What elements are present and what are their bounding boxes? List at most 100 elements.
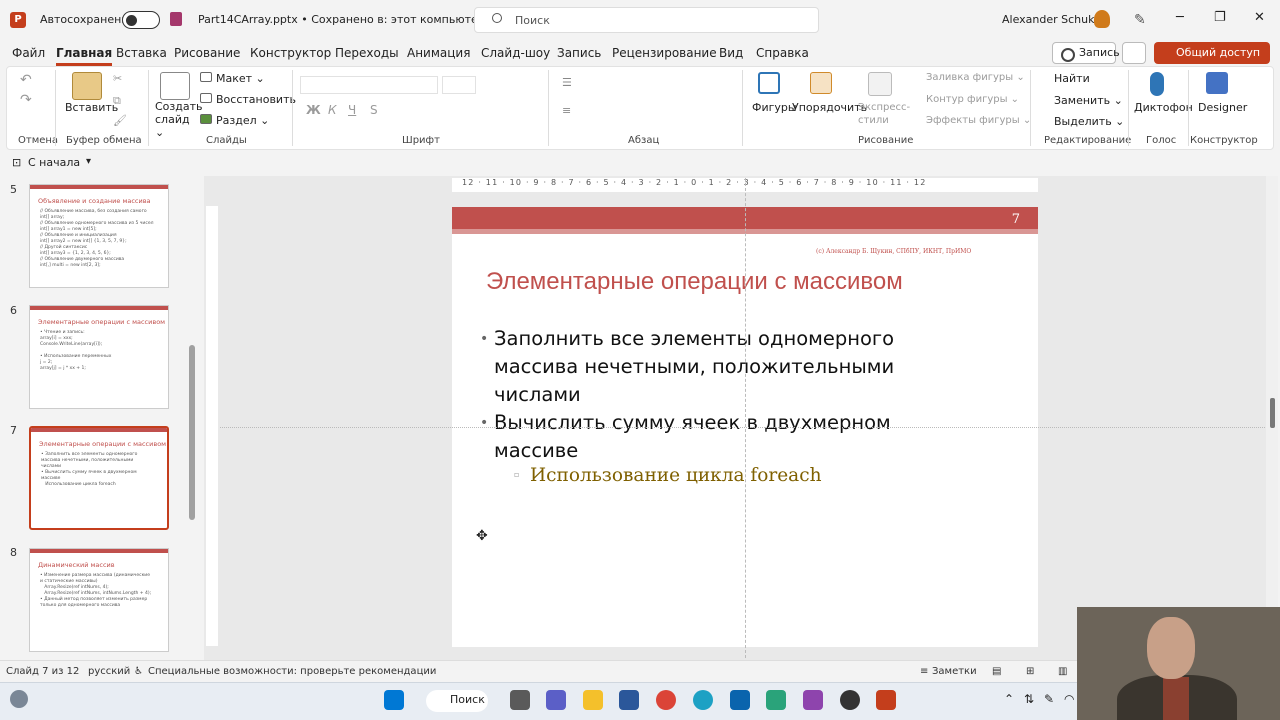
qat-dropdown-icon[interactable]: ▾ xyxy=(86,156,91,167)
editor-scroll-thumb[interactable] xyxy=(1270,398,1275,428)
shapes-icon[interactable] xyxy=(758,72,780,94)
menu-review[interactable]: Рецензирование xyxy=(612,46,717,60)
cut-icon[interactable]: ✂ xyxy=(113,72,122,85)
replace-button[interactable]: Заменить ⌄ xyxy=(1054,94,1123,107)
format-painter-icon[interactable]: 🖌 xyxy=(113,114,127,127)
menu-view[interactable]: Вид xyxy=(719,46,743,60)
vertical-guide[interactable] xyxy=(745,178,746,658)
reset-button[interactable]: Восстановить xyxy=(216,93,296,106)
shape-outline-button[interactable]: Контур фигуры ⌄ xyxy=(926,94,1019,105)
user-name[interactable]: Alexander Schukin xyxy=(1002,13,1105,26)
save-icon[interactable] xyxy=(170,12,182,26)
shape-fill-button[interactable]: Заливка фигуры ⌄ xyxy=(926,72,1025,83)
pen-icon[interactable]: ✎ xyxy=(1134,12,1146,28)
word-icon[interactable] xyxy=(619,690,639,710)
network-icon[interactable]: ⇅ xyxy=(1024,692,1034,706)
menu-design[interactable]: Конструктор xyxy=(250,46,331,60)
autosave-toggle[interactable] xyxy=(122,11,160,29)
bullet-item-2[interactable]: • Вычислить сумму ячеек в двухмерном мас… xyxy=(480,409,934,465)
font-size-select[interactable] xyxy=(442,76,476,94)
underline-button[interactable]: Ч xyxy=(348,103,356,117)
copy-icon[interactable]: ⧉ xyxy=(113,94,121,108)
paste-button[interactable]: Вставить xyxy=(65,101,118,114)
redo-icon[interactable]: ↷ xyxy=(20,92,32,108)
italic-button[interactable]: К xyxy=(328,103,337,117)
font-name-select[interactable] xyxy=(300,76,438,94)
from-start-button[interactable]: С начала xyxy=(28,156,80,169)
menu-animations[interactable]: Анимация xyxy=(407,46,470,60)
designer-icon[interactable] xyxy=(1206,72,1228,94)
bullet-item-1[interactable]: • Заполнить все элементы одномерного мас… xyxy=(480,325,934,409)
task-view-icon[interactable] xyxy=(510,690,530,710)
teams-icon[interactable] xyxy=(546,690,566,710)
language-indicator[interactable]: русский xyxy=(88,666,130,677)
dictate-button[interactable]: Диктофон xyxy=(1134,101,1193,114)
user-avatar[interactable] xyxy=(1094,10,1110,28)
shape-effects-button[interactable]: Эффекты фигуры ⌄ xyxy=(926,115,1031,126)
thumbnail-scroll-thumb[interactable] xyxy=(189,345,195,520)
accessibility-status[interactable]: Специальные возможности: проверьте реком… xyxy=(148,666,436,677)
search-input[interactable]: Поиск xyxy=(474,7,819,33)
slide-thumbnail-7[interactable]: Элементарные операции с массивом • Запол… xyxy=(29,426,169,530)
horizontal-guide[interactable] xyxy=(220,427,1265,428)
share-button[interactable]: Общий доступ ⌄ xyxy=(1154,42,1270,72)
select-button[interactable]: Выделить ⌄ xyxy=(1054,115,1124,128)
windows-start-icon[interactable] xyxy=(384,690,404,710)
find-button[interactable]: Найти xyxy=(1054,72,1090,85)
edge-icon[interactable] xyxy=(693,690,713,710)
file-explorer-icon[interactable] xyxy=(583,690,603,710)
menu-slideshow[interactable]: Слайд-шоу xyxy=(481,46,550,60)
layout-icon xyxy=(200,72,212,82)
new-slide-button[interactable]: Создать слайд ⌄ xyxy=(155,100,203,139)
document-title[interactable]: Part14CArray.pptx • Сохранено в: этот ко… xyxy=(198,13,497,26)
menu-transitions[interactable]: Переходы xyxy=(335,46,399,60)
powerpoint-taskbar-icon[interactable] xyxy=(876,690,896,710)
microphone-icon[interactable] xyxy=(1150,72,1164,96)
slide-thumbnail-8[interactable]: Динамический массив • Изменение размера … xyxy=(29,548,169,652)
shapes-button[interactable]: Фигуры xyxy=(752,101,797,114)
undo-icon[interactable]: ↶ xyxy=(20,72,32,88)
record-button[interactable]: Запись xyxy=(1052,42,1120,64)
github-icon[interactable] xyxy=(840,690,860,710)
maximize-button[interactable]: ❐ xyxy=(1214,10,1226,25)
align-left-icon[interactable]: ≡ xyxy=(562,104,571,117)
designer-button[interactable]: Designer xyxy=(1198,101,1247,114)
wifi-icon[interactable]: ◠ xyxy=(1064,692,1074,706)
menu-record[interactable]: Запись xyxy=(557,46,601,60)
widgets-icon[interactable] xyxy=(10,690,28,708)
comments-button[interactable] xyxy=(1122,42,1146,64)
mail-icon[interactable] xyxy=(730,690,750,710)
quick-styles-icon[interactable] xyxy=(868,72,892,96)
arrange-icon[interactable] xyxy=(810,72,832,94)
paste-icon[interactable] xyxy=(72,72,102,100)
notes-button[interactable]: Заметки xyxy=(932,666,977,677)
quick-styles-button[interactable]: Экспресс-стили xyxy=(858,101,910,127)
slide-title[interactable]: Элементарные операции с массивом xyxy=(486,268,903,296)
section-button[interactable]: Раздел ⌄ xyxy=(216,114,269,127)
pen-tray-icon[interactable]: ✎ xyxy=(1044,692,1054,706)
menu-draw[interactable]: Рисование xyxy=(174,46,240,60)
slide-thumbnail-6[interactable]: Элементарные операции с массивом • Чтени… xyxy=(29,305,169,409)
menu-insert[interactable]: Вставка xyxy=(116,46,167,60)
arrange-button[interactable]: Упорядочить xyxy=(792,101,867,114)
new-slide-icon[interactable] xyxy=(160,72,190,100)
shadow-button[interactable]: S xyxy=(370,103,378,117)
sub-bullet-item[interactable]: Использование цикла foreach xyxy=(530,465,821,486)
chrome-icon[interactable] xyxy=(656,690,676,710)
menu-help[interactable]: Справка xyxy=(756,46,809,60)
bold-button[interactable]: Ж xyxy=(306,103,321,117)
slide-sorter-icon[interactable]: ⊞ xyxy=(1026,666,1034,677)
close-button[interactable]: ✕ xyxy=(1254,10,1265,25)
reading-view-icon[interactable]: ▥ xyxy=(1058,666,1067,677)
menu-home[interactable]: Главная xyxy=(56,46,113,66)
bullets-icon[interactable]: ☰ xyxy=(562,76,572,89)
layout-button[interactable]: Макет ⌄ xyxy=(216,72,265,85)
minimize-button[interactable]: ─ xyxy=(1176,10,1184,25)
taskbar-search[interactable]: Поиск xyxy=(426,690,488,712)
menu-file[interactable]: Файл xyxy=(12,46,45,60)
visual-studio-icon[interactable] xyxy=(803,690,823,710)
tray-chevron-icon[interactable]: ⌃ xyxy=(1004,692,1014,706)
slide-thumbnail-5[interactable]: Объявление и создание массива // Объявле… xyxy=(29,184,169,288)
notepad-icon[interactable] xyxy=(766,690,786,710)
normal-view-icon[interactable]: ▤ xyxy=(992,666,1001,677)
